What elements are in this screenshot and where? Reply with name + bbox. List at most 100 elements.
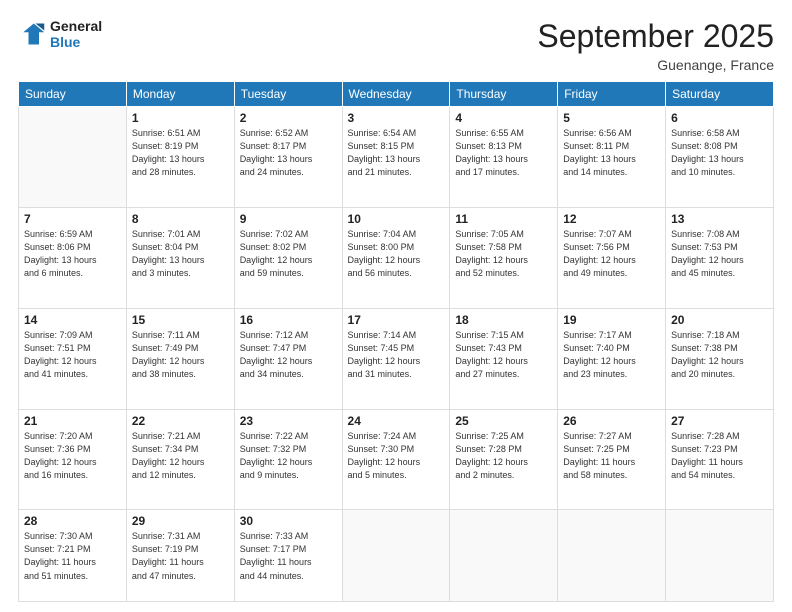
calendar-cell: 3Sunrise: 6:54 AM Sunset: 8:15 PM Daylig…: [342, 107, 450, 208]
day-info: Sunrise: 7:04 AM Sunset: 8:00 PM Dayligh…: [348, 228, 445, 280]
day-number: 26: [563, 414, 660, 428]
day-info: Sunrise: 6:56 AM Sunset: 8:11 PM Dayligh…: [563, 127, 660, 179]
day-number: 2: [240, 111, 337, 125]
calendar-cell: 2 Sunrise: 6:52 AM Sunset: 8:17 PM Daylig…: [234, 107, 342, 208]
header: General Blue September 2025 Guenange, Fr…: [18, 18, 774, 73]
calendar-cell: 30 Sunrise: 7:33 AM Sunset: 7:17 PM Dayli…: [234, 510, 342, 602]
weekday-header: Saturday: [666, 82, 774, 107]
day-info: Sunrise: 6:51 AM Sunset: 8:19 PM Dayligh…: [132, 127, 229, 179]
day-number: 23: [240, 414, 337, 428]
page: General Blue September 2025 Guenange, Fr…: [0, 0, 792, 612]
calendar-cell: 5 Sunrise: 6:56 AM Sunset: 8:11 PM Daylig…: [558, 107, 666, 208]
logo-icon: [18, 20, 46, 48]
calendar-cell: 13 Sunrise: 7:08 AM Sunset: 7:53 PM Dayli…: [666, 207, 774, 308]
day-number: 14: [24, 313, 121, 327]
day-info: Sunrise: 7:30 AM Sunset: 7:21 PM Dayligh…: [24, 530, 121, 582]
weekday-header: Sunday: [19, 82, 127, 107]
day-number: 9: [240, 212, 337, 226]
calendar-cell: 23 Sunrise: 7:22 AM Sunset: 7:32 PM Dayli…: [234, 409, 342, 510]
calendar-cell: 29Sunrise: 7:31 AM Sunset: 7:19 PM Dayli…: [126, 510, 234, 602]
calendar-week-row: 1 Sunrise: 6:51 AM Sunset: 8:19 PM Daylig…: [19, 107, 774, 208]
day-number: 27: [671, 414, 768, 428]
day-info: Sunrise: 7:25 AM Sunset: 7:28 PM Dayligh…: [455, 430, 552, 482]
calendar-cell: [450, 510, 558, 602]
calendar-cell: [558, 510, 666, 602]
day-info: Sunrise: 7:33 AM Sunset: 7:17 PM Dayligh…: [240, 530, 337, 582]
calendar-cell: [342, 510, 450, 602]
calendar-week-row: 14Sunrise: 7:09 AM Sunset: 7:51 PM Dayli…: [19, 308, 774, 409]
day-number: 8: [132, 212, 229, 226]
day-info: Sunrise: 7:14 AM Sunset: 7:45 PM Dayligh…: [348, 329, 445, 381]
calendar-cell: 12Sunrise: 7:07 AM Sunset: 7:56 PM Dayli…: [558, 207, 666, 308]
day-number: 5: [563, 111, 660, 125]
calendar-table: SundayMondayTuesdayWednesdayThursdayFrid…: [18, 81, 774, 602]
calendar-cell: 7Sunrise: 6:59 AM Sunset: 8:06 PM Daylig…: [19, 207, 127, 308]
day-info: Sunrise: 7:21 AM Sunset: 7:34 PM Dayligh…: [132, 430, 229, 482]
calendar-cell: 9 Sunrise: 7:02 AM Sunset: 8:02 PM Daylig…: [234, 207, 342, 308]
day-info: Sunrise: 6:52 AM Sunset: 8:17 PM Dayligh…: [240, 127, 337, 179]
weekday-header: Wednesday: [342, 82, 450, 107]
day-number: 25: [455, 414, 552, 428]
day-number: 20: [671, 313, 768, 327]
day-number: 17: [348, 313, 445, 327]
calendar-cell: 17 Sunrise: 7:14 AM Sunset: 7:45 PM Dayli…: [342, 308, 450, 409]
day-number: 4: [455, 111, 552, 125]
day-number: 12: [563, 212, 660, 226]
calendar-cell: 22 Sunrise: 7:21 AM Sunset: 7:34 PM Dayli…: [126, 409, 234, 510]
calendar-cell: 20 Sunrise: 7:18 AM Sunset: 7:38 PM Dayli…: [666, 308, 774, 409]
weekday-header: Tuesday: [234, 82, 342, 107]
calendar-cell: 19 Sunrise: 7:17 AM Sunset: 7:40 PM Dayli…: [558, 308, 666, 409]
day-number: 24: [348, 414, 445, 428]
day-info: Sunrise: 7:24 AM Sunset: 7:30 PM Dayligh…: [348, 430, 445, 482]
calendar-cell: 27 Sunrise: 7:28 AM Sunset: 7:23 PM Dayli…: [666, 409, 774, 510]
calendar-cell: 28 Sunrise: 7:30 AM Sunset: 7:21 PM Dayli…: [19, 510, 127, 602]
day-info: Sunrise: 7:15 AM Sunset: 7:43 PM Dayligh…: [455, 329, 552, 381]
calendar-cell: [666, 510, 774, 602]
day-number: 21: [24, 414, 121, 428]
day-number: 1: [132, 111, 229, 125]
day-number: 13: [671, 212, 768, 226]
day-info: Sunrise: 7:05 AM Sunset: 7:58 PM Dayligh…: [455, 228, 552, 280]
calendar-cell: 21 Sunrise: 7:20 AM Sunset: 7:36 PM Dayli…: [19, 409, 127, 510]
calendar-cell: 1 Sunrise: 6:51 AM Sunset: 8:19 PM Daylig…: [126, 107, 234, 208]
day-number: 3: [348, 111, 445, 125]
logo-text: General Blue: [50, 18, 102, 50]
calendar-week-row: 28 Sunrise: 7:30 AM Sunset: 7:21 PM Dayli…: [19, 510, 774, 602]
day-info: Sunrise: 7:27 AM Sunset: 7:25 PM Dayligh…: [563, 430, 660, 482]
day-number: 10: [348, 212, 445, 226]
day-number: 30: [240, 514, 337, 528]
title-block: September 2025 Guenange, France: [537, 18, 774, 73]
day-number: 19: [563, 313, 660, 327]
calendar-week-row: 7Sunrise: 6:59 AM Sunset: 8:06 PM Daylig…: [19, 207, 774, 308]
calendar-cell: 8 Sunrise: 7:01 AM Sunset: 8:04 PM Daylig…: [126, 207, 234, 308]
day-number: 11: [455, 212, 552, 226]
day-info: Sunrise: 6:59 AM Sunset: 8:06 PM Dayligh…: [24, 228, 121, 280]
day-info: Sunrise: 7:11 AM Sunset: 7:49 PM Dayligh…: [132, 329, 229, 381]
calendar-cell: 14Sunrise: 7:09 AM Sunset: 7:51 PM Dayli…: [19, 308, 127, 409]
weekday-header-row: SundayMondayTuesdayWednesdayThursdayFrid…: [19, 82, 774, 107]
location: Guenange, France: [537, 57, 774, 73]
calendar-cell: 25 Sunrise: 7:25 AM Sunset: 7:28 PM Dayli…: [450, 409, 558, 510]
day-info: Sunrise: 7:22 AM Sunset: 7:32 PM Dayligh…: [240, 430, 337, 482]
day-number: 22: [132, 414, 229, 428]
day-info: Sunrise: 7:02 AM Sunset: 8:02 PM Dayligh…: [240, 228, 337, 280]
calendar-cell: 18Sunrise: 7:15 AM Sunset: 7:43 PM Dayli…: [450, 308, 558, 409]
calendar-week-row: 21 Sunrise: 7:20 AM Sunset: 7:36 PM Dayli…: [19, 409, 774, 510]
day-info: Sunrise: 7:20 AM Sunset: 7:36 PM Dayligh…: [24, 430, 121, 482]
day-info: Sunrise: 7:31 AM Sunset: 7:19 PM Dayligh…: [132, 530, 229, 582]
calendar-cell: 16Sunrise: 7:12 AM Sunset: 7:47 PM Dayli…: [234, 308, 342, 409]
calendar-cell: 10 Sunrise: 7:04 AM Sunset: 8:00 PM Dayli…: [342, 207, 450, 308]
day-number: 28: [24, 514, 121, 528]
day-info: Sunrise: 6:55 AM Sunset: 8:13 PM Dayligh…: [455, 127, 552, 179]
day-info: Sunrise: 7:28 AM Sunset: 7:23 PM Dayligh…: [671, 430, 768, 482]
calendar-cell: 11 Sunrise: 7:05 AM Sunset: 7:58 PM Dayli…: [450, 207, 558, 308]
day-info: Sunrise: 6:58 AM Sunset: 8:08 PM Dayligh…: [671, 127, 768, 179]
day-info: Sunrise: 7:08 AM Sunset: 7:53 PM Dayligh…: [671, 228, 768, 280]
day-info: Sunrise: 7:18 AM Sunset: 7:38 PM Dayligh…: [671, 329, 768, 381]
calendar-cell: [19, 107, 127, 208]
month-title: September 2025: [537, 18, 774, 55]
day-info: Sunrise: 7:17 AM Sunset: 7:40 PM Dayligh…: [563, 329, 660, 381]
day-info: Sunrise: 7:12 AM Sunset: 7:47 PM Dayligh…: [240, 329, 337, 381]
calendar-cell: 26 Sunrise: 7:27 AM Sunset: 7:25 PM Dayli…: [558, 409, 666, 510]
day-info: Sunrise: 7:01 AM Sunset: 8:04 PM Dayligh…: [132, 228, 229, 280]
